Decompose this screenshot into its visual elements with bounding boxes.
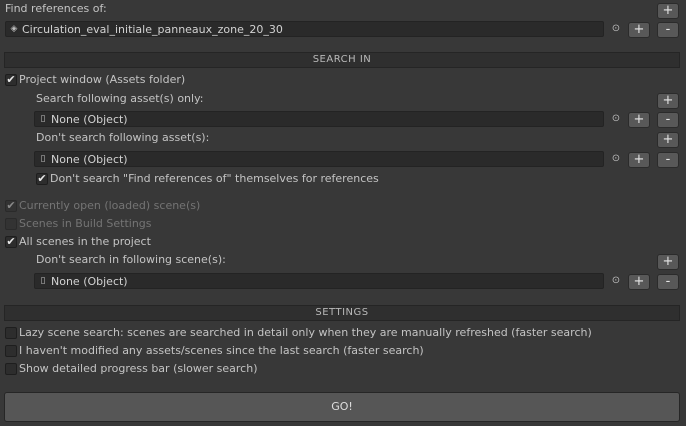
not-modified-checkbox[interactable]	[5, 345, 17, 357]
project-window-checkbox[interactable]: ✔	[5, 74, 17, 86]
object-picker-icon[interactable]: ⊙	[611, 114, 621, 124]
project-window-label: Project window (Assets folder)	[19, 73, 186, 86]
find-references-value: Circulation_eval_initiale_panneaux_zone_…	[22, 22, 283, 36]
search-only-plus-button[interactable]: +	[628, 112, 650, 128]
object-icon: ▯	[40, 114, 46, 124]
dont-search-scenes-value: None (Object)	[51, 274, 128, 288]
all-scenes-label: All scenes in the project	[19, 235, 151, 248]
scene-asset-icon: ◈	[10, 24, 18, 34]
dont-search-assets-label: Don't search following asset(s):	[36, 131, 210, 144]
find-references-plus-button[interactable]: +	[628, 22, 650, 38]
add-reference-row-button[interactable]: +	[657, 3, 679, 19]
build-scenes-checkbox[interactable]	[5, 218, 17, 230]
search-only-object-field[interactable]: ▯ None (Object)	[34, 111, 604, 127]
search-only-minus-button[interactable]: -	[657, 112, 679, 128]
progress-bar-checkbox[interactable]	[5, 363, 17, 375]
object-icon: ▯	[40, 154, 46, 164]
dont-search-assets-object-field[interactable]: ▯ None (Object)	[34, 151, 604, 167]
open-scenes-checkbox[interactable]: ✔	[5, 200, 17, 212]
search-only-value: None (Object)	[51, 112, 128, 126]
search-only-label: Search following asset(s) only:	[36, 92, 204, 105]
go-button[interactable]: GO!	[4, 392, 680, 422]
all-scenes-checkbox[interactable]: ✔	[5, 236, 17, 248]
dont-search-scenes-minus-button[interactable]: -	[657, 274, 679, 290]
dont-search-scenes-label: Don't search in following scene(s):	[36, 253, 226, 266]
open-scenes-label: Currently open (loaded) scene(s)	[19, 199, 201, 212]
build-scenes-label: Scenes in Build Settings	[19, 217, 152, 230]
object-icon: ▯	[40, 276, 46, 286]
dont-search-scenes-add-button[interactable]: +	[657, 254, 679, 270]
dont-search-self-label: Don't search "Find references of" themse…	[50, 172, 379, 185]
lazy-search-label: Lazy scene search: scenes are searched i…	[19, 326, 592, 339]
find-references-minus-button[interactable]: -	[657, 22, 679, 38]
find-references-label: Find references of:	[5, 2, 107, 15]
object-picker-icon[interactable]: ⊙	[611, 276, 621, 286]
settings-header: SETTINGS	[4, 305, 680, 321]
progress-bar-label: Show detailed progress bar (slower searc…	[19, 362, 258, 375]
object-picker-icon[interactable]: ⊙	[611, 154, 621, 164]
find-references-object-field[interactable]: ◈ Circulation_eval_initiale_panneaux_zon…	[5, 21, 604, 37]
search-only-add-button[interactable]: +	[657, 93, 679, 109]
dont-search-assets-add-button[interactable]: +	[657, 132, 679, 148]
dont-search-scenes-object-field[interactable]: ▯ None (Object)	[34, 273, 604, 289]
dont-search-assets-minus-button[interactable]: -	[657, 152, 679, 168]
lazy-search-checkbox[interactable]	[5, 327, 17, 339]
search-in-header: SEARCH IN	[4, 52, 680, 68]
dont-search-self-checkbox[interactable]: ✔	[36, 173, 48, 185]
not-modified-label: I haven't modified any assets/scenes sin…	[19, 344, 424, 357]
dont-search-scenes-plus-button[interactable]: +	[628, 274, 650, 290]
dont-search-assets-plus-button[interactable]: +	[628, 152, 650, 168]
object-picker-icon[interactable]: ⊙	[611, 24, 621, 34]
dont-search-assets-value: None (Object)	[51, 152, 128, 166]
